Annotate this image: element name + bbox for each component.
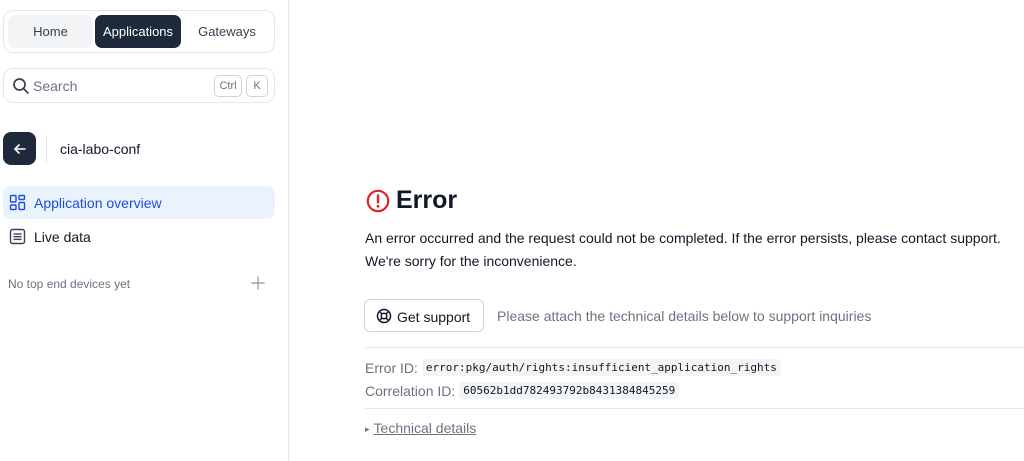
support-hint: Please attach the technical details belo…	[497, 308, 872, 324]
search-box[interactable]: Search Ctrl K	[3, 68, 275, 103]
error-title: Error	[396, 186, 458, 214]
sidebar-item-label: Application overview	[34, 195, 162, 211]
correlation-id-row: Correlation ID: 60562b1dd782493792b84313…	[365, 382, 680, 399]
divider	[365, 347, 1024, 348]
lifebuoy-icon	[376, 308, 392, 324]
search-placeholder: Search	[33, 78, 78, 94]
error-id-label: Error ID:	[365, 359, 418, 376]
technical-details-label: Technical details	[373, 420, 477, 436]
search-icon	[13, 78, 29, 94]
arrow-left-icon	[13, 143, 26, 154]
get-support-button[interactable]: Get support	[364, 299, 484, 332]
technical-details-toggle[interactable]: ▸ Technical details	[365, 420, 476, 436]
application-name: cia-labo-conf	[60, 141, 141, 157]
get-support-label: Get support	[397, 309, 471, 325]
error-message: An error occurred and the request could …	[365, 230, 1001, 246]
divider	[365, 408, 1024, 409]
disclosure-triangle-icon: ▸	[365, 424, 370, 434]
tab-gateways[interactable]: Gateways	[184, 15, 270, 48]
correlation-id-label: Correlation ID:	[365, 382, 456, 399]
error-id-value: error:pkg/auth/rights:insufficient_appli…	[421, 359, 781, 376]
error-apology: We're sorry for the inconvenience.	[365, 253, 577, 269]
plus-icon[interactable]	[250, 275, 266, 291]
error-id-row: Error ID: error:pkg/auth/rights:insuffic…	[365, 359, 781, 376]
sidebar-item-application-overview[interactable]: Application overview	[3, 186, 275, 219]
shortcut-key-k: K	[246, 75, 268, 97]
grid-icon	[9, 194, 26, 211]
devices-empty-text: No top end devices yet	[8, 277, 131, 291]
shortcut-key-ctrl: Ctrl	[214, 75, 242, 97]
top-nav-tabs: Home Applications Gateways	[3, 10, 275, 53]
list-icon	[9, 228, 26, 245]
back-button[interactable]	[3, 132, 36, 165]
divider	[46, 135, 47, 162]
sidebar: Home Applications Gateways Search Ctrl K…	[0, 0, 289, 461]
correlation-id-value: 60562b1dd782493792b8431384845259	[459, 382, 680, 399]
alert-circle-icon	[366, 189, 390, 213]
tab-applications[interactable]: Applications	[95, 15, 181, 48]
sidebar-item-label: Live data	[34, 229, 91, 245]
tab-home[interactable]: Home	[8, 15, 93, 48]
sidebar-item-live-data[interactable]: Live data	[3, 220, 275, 253]
